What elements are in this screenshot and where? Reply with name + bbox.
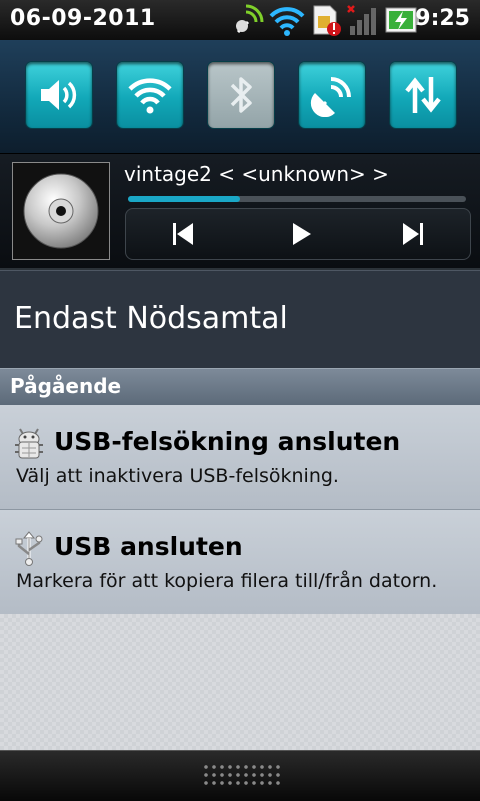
notification-usb-connected[interactable]: USB ansluten Markera för att kopiera fil… bbox=[0, 510, 480, 615]
cd-icon bbox=[23, 173, 99, 249]
status-time: 9:25 bbox=[415, 6, 470, 31]
notification-text: Markera för att kopiera filera till/från… bbox=[16, 570, 438, 592]
playback-progress-fill bbox=[128, 196, 240, 202]
section-title: Pågående bbox=[10, 374, 122, 398]
playback-controls bbox=[125, 208, 471, 260]
data-arrows-icon bbox=[405, 77, 441, 113]
notification-shade-background bbox=[0, 614, 480, 750]
album-art[interactable] bbox=[12, 162, 110, 260]
previous-button[interactable] bbox=[166, 217, 200, 251]
track-title: vintage2 < <unknown> > bbox=[124, 162, 389, 186]
status-date: 06-09-2011 bbox=[10, 6, 156, 31]
gps-toggle[interactable] bbox=[299, 62, 365, 128]
next-icon bbox=[403, 223, 423, 245]
next-button[interactable] bbox=[396, 217, 430, 251]
previous-icon bbox=[173, 223, 193, 245]
data-toggle[interactable] bbox=[390, 62, 456, 128]
grip-icon bbox=[202, 763, 280, 789]
gps-dish-icon bbox=[310, 77, 351, 117]
status-bar: 06-09-2011 9:25 bbox=[0, 0, 480, 40]
play-icon bbox=[293, 223, 311, 245]
usb-icon bbox=[15, 531, 43, 566]
bluetooth-toggle[interactable] bbox=[208, 62, 274, 128]
signal-icon bbox=[347, 5, 376, 35]
wifi-icon bbox=[269, 7, 305, 36]
notification-title: USB-felsökning ansluten bbox=[54, 427, 401, 456]
wifi-icon bbox=[128, 78, 172, 114]
bluetooth-icon bbox=[230, 77, 252, 113]
quick-settings-panel bbox=[0, 40, 480, 155]
wifi-toggle[interactable] bbox=[117, 62, 183, 128]
shade-drag-handle[interactable] bbox=[0, 750, 480, 801]
sound-toggle[interactable] bbox=[26, 62, 92, 128]
gps-icon bbox=[236, 4, 264, 34]
notification-usb-debugging[interactable]: USB-felsökning ansluten Välj att inaktiv… bbox=[0, 405, 480, 510]
sim-alert-icon bbox=[313, 5, 341, 36]
music-player-widget: vintage2 < <unknown> > bbox=[0, 154, 480, 270]
carrier-label: Endast Nödsamtal bbox=[14, 301, 288, 336]
carrier-label-area: Endast Nödsamtal bbox=[0, 270, 480, 369]
playback-progress[interactable] bbox=[128, 196, 466, 202]
play-button[interactable] bbox=[284, 217, 318, 251]
speaker-icon bbox=[41, 80, 77, 110]
notification-title: USB ansluten bbox=[54, 532, 243, 561]
android-debug-icon bbox=[15, 428, 43, 459]
ongoing-section-header: Pågående bbox=[0, 368, 480, 405]
notification-text: Välj att inaktivera USB-felsökning. bbox=[16, 465, 339, 487]
